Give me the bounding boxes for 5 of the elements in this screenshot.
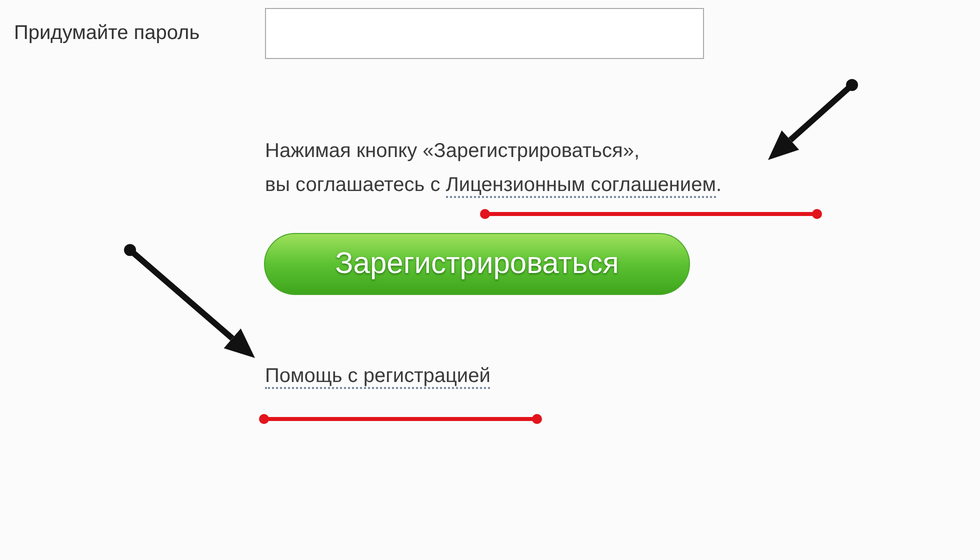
license-link[interactable]: Лицензионным соглашением (446, 174, 716, 198)
field-label: Придумайте пароль (13, 22, 201, 45)
help-link[interactable]: Помощь с регистрацией (265, 365, 490, 389)
agreement-text: Нажимая кнопку «Зарегистрироваться», вы соглашаетесь с Лицензионным соглашением. (265, 139, 723, 200)
password-field[interactable] (265, 8, 704, 59)
